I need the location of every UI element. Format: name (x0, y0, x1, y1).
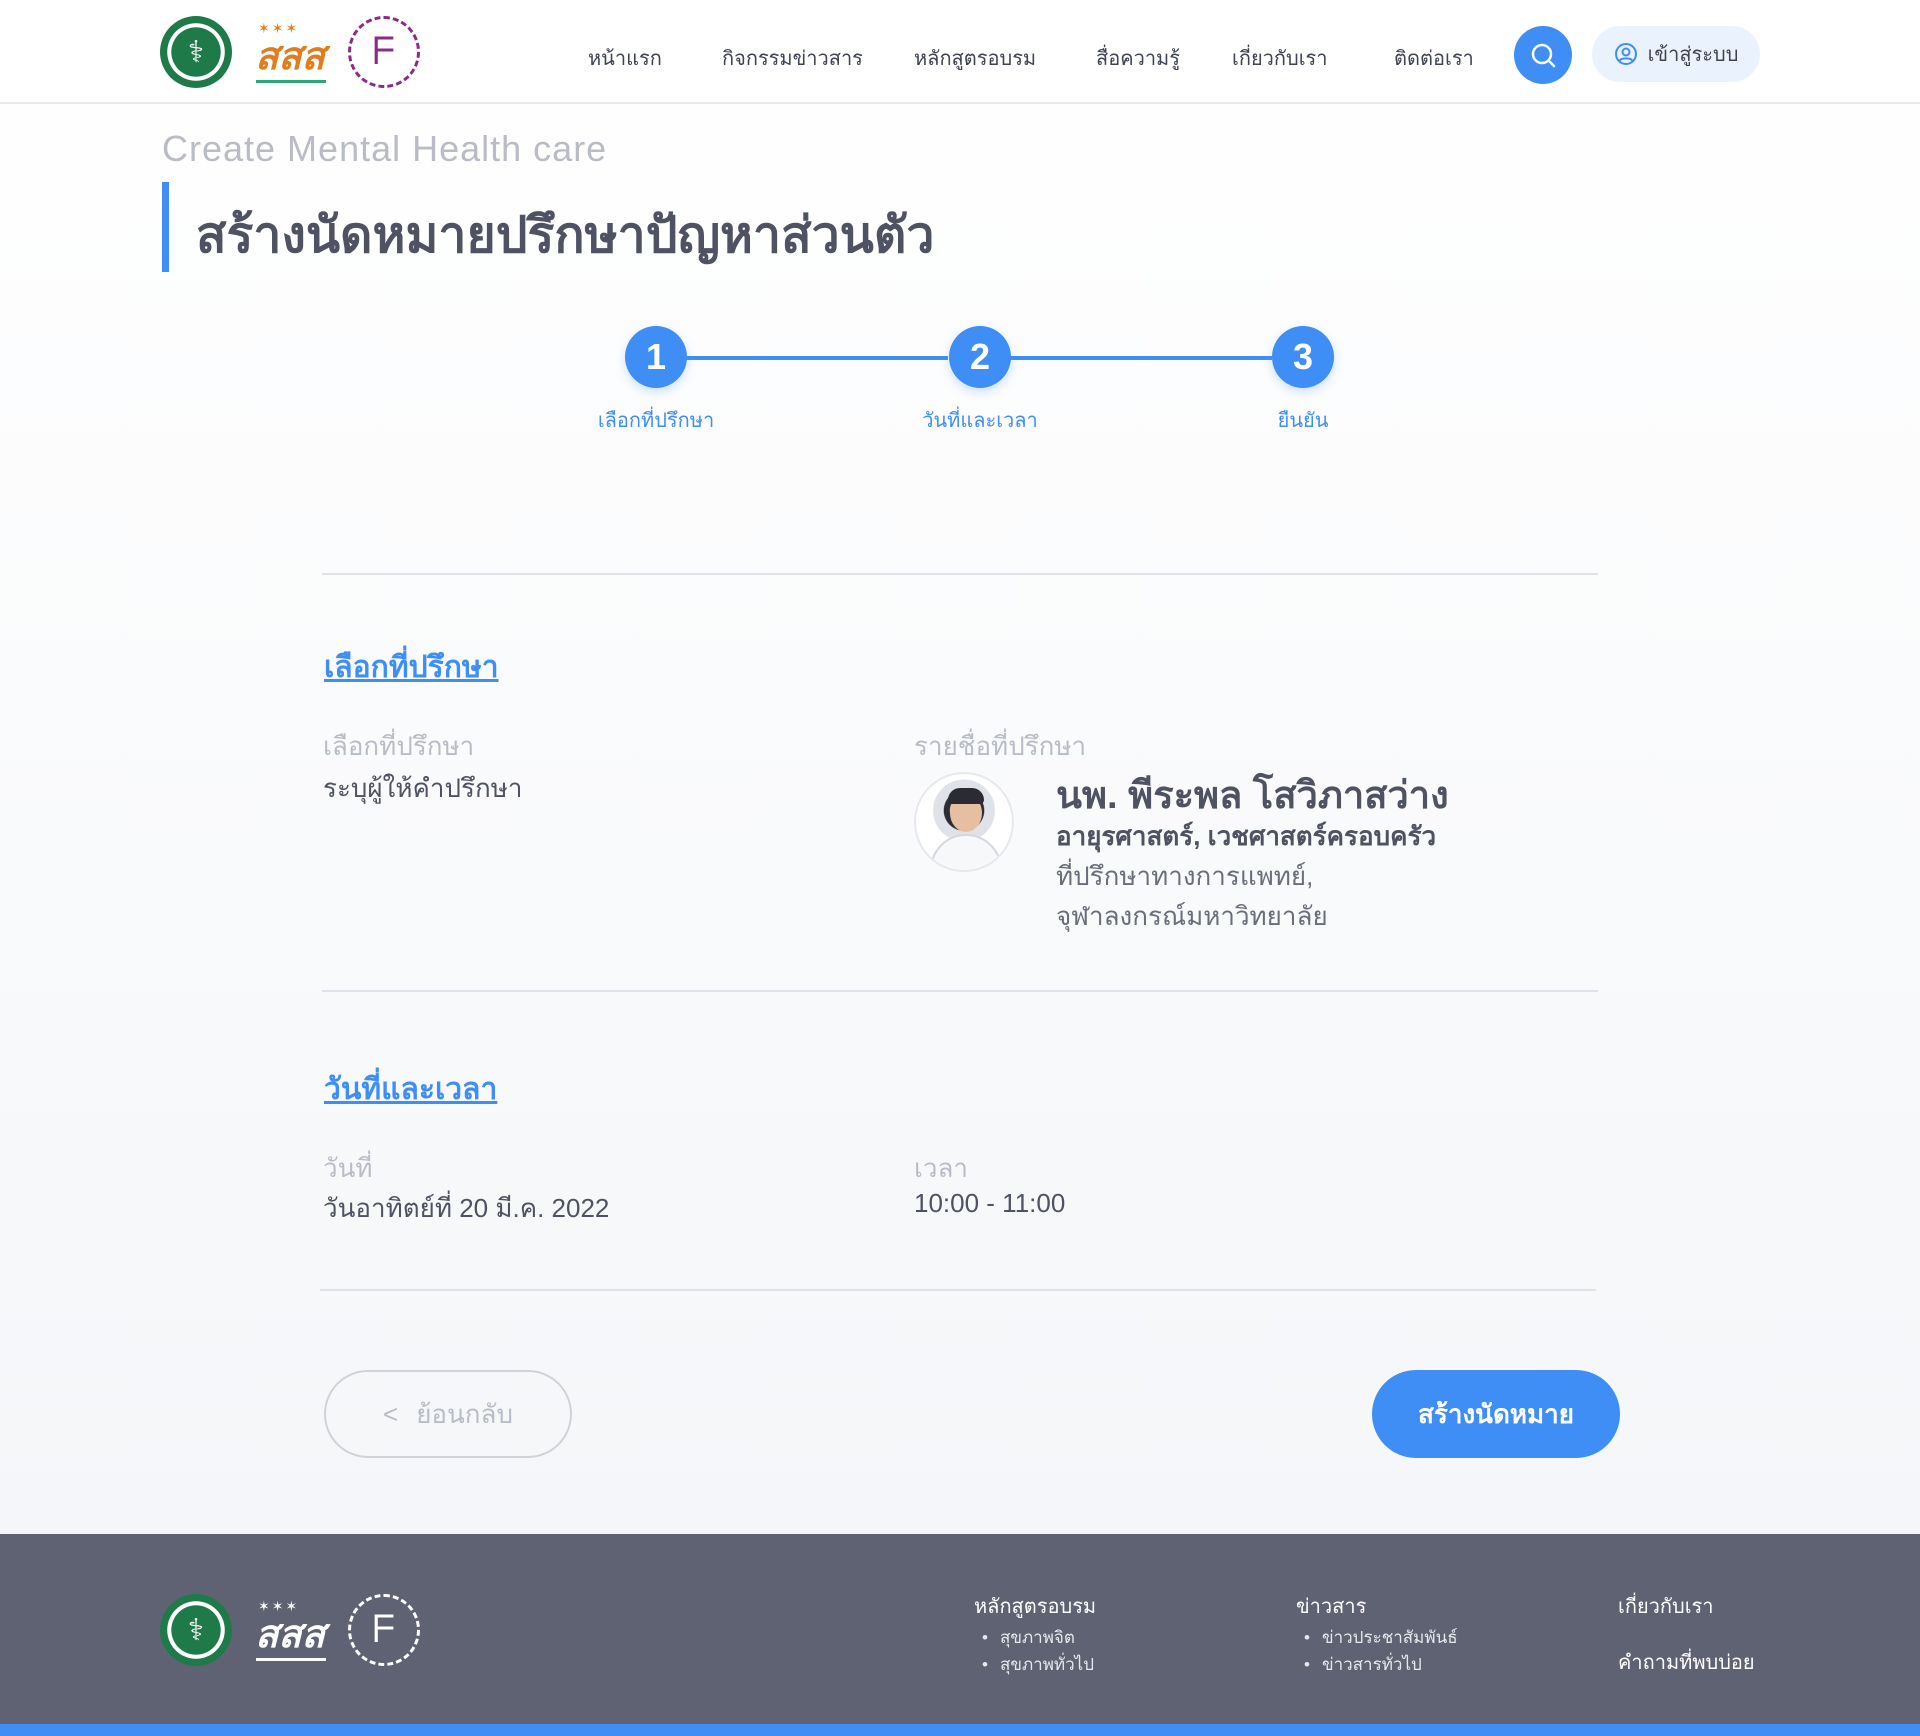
doctor-specialty: อายุรศาสตร์, เวชศาสตร์ครอบครัว (1056, 821, 1437, 851)
footer: ⚕ ✶✶✶ สสส ᖴ หลักสูตรอบรม สุขภาพจิต สุขภา… (0, 1534, 1920, 1726)
footer-thaihealth-mark: สสส (255, 1614, 325, 1656)
user-circle-icon (1614, 43, 1637, 65)
ministry-of-public-health-logo[interactable]: ⚕ (160, 16, 232, 88)
footer-face-foundation-logo[interactable]: ᖴ (348, 1594, 420, 1666)
footer-stars-icon: ✶✶✶ (258, 1598, 300, 1614)
step-1-circle[interactable]: 1 (625, 326, 687, 388)
time-label: เวลา (914, 1153, 969, 1183)
page-eyebrow: Create Mental Health care (162, 128, 608, 169)
chevron-left-icon: < (383, 1398, 399, 1429)
footer-accent-bar (0, 1724, 1920, 1736)
thaihealth-mark: สสส (255, 36, 325, 78)
time-value: 10:00 - 11:00 (914, 1188, 1066, 1218)
consultant-section-title[interactable]: เลือกที่ปรึกษา (324, 644, 499, 691)
choose-consultant-value: ระบุผู้ให้คำปรึกษา (323, 773, 523, 803)
nav-about-us[interactable]: เกี่ยวกับเรา (1232, 42, 1328, 74)
login-label: เข้าสู่ระบบ (1647, 44, 1739, 66)
footer-logos: ⚕ ✶✶✶ สสส ᖴ (160, 1594, 420, 1666)
datetime-section-title[interactable]: วันที่และเวลา (324, 1066, 497, 1113)
step-1-label: เลือกที่ปรึกษา (597, 410, 715, 432)
footer-about-title[interactable]: เกี่ยวกับเรา (1618, 1590, 1714, 1622)
login-button[interactable]: เข้าสู่ระบบ (1592, 26, 1760, 82)
footer-ministry-logo[interactable]: ⚕ (160, 1594, 232, 1666)
create-appointment-button[interactable]: สร้างนัดหมาย (1372, 1370, 1620, 1458)
choose-consultant-label: เลือกที่ปรึกษา (323, 731, 475, 761)
back-button[interactable]: < ย้อนกลับ (324, 1370, 572, 1458)
footer-link-general-health[interactable]: สุขภาพทั่วไป (982, 1651, 1094, 1678)
avatar-coat (930, 834, 1002, 870)
search-button[interactable] (1514, 26, 1572, 84)
step-3-label: ยืนยัน (1277, 410, 1329, 432)
nav-knowledge-media[interactable]: สื่อความรู้ (1096, 42, 1180, 74)
footer-faq-title[interactable]: คำถามที่พบบ่อย (1618, 1646, 1755, 1678)
nav-news-activities[interactable]: กิจกรรมข่าวสาร (722, 42, 863, 74)
section-divider-bottom (320, 1289, 1596, 1291)
top-header: ⚕ ✶✶✶ สสส ᖴ หน้าแรก กิจกรรมข่าวสาร หลักส… (0, 0, 1920, 104)
partner-logos: ⚕ ✶✶✶ สสส ᖴ (160, 16, 420, 88)
doctor-avatar (914, 772, 1014, 872)
footer-news-title[interactable]: ข่าวสาร (1296, 1590, 1366, 1622)
thaihealth-logo[interactable]: ✶✶✶ สสส (254, 16, 326, 88)
avatar-hair (948, 788, 984, 804)
stepper-connector-2 (1010, 356, 1272, 360)
title-accent-bar (162, 182, 169, 272)
step-3-circle[interactable]: 3 (1272, 326, 1334, 388)
doctor-organization: จุฬาลงกรณ์มหาวิทยาลัย (1056, 901, 1328, 931)
step-2-label: วันที่และเวลา (922, 410, 1038, 432)
stars-icon: ✶✶✶ (258, 20, 300, 36)
section-divider-top (322, 573, 1598, 575)
footer-courses-title[interactable]: หลักสูตรอบรม (974, 1590, 1096, 1622)
date-label: วันที่ (323, 1153, 373, 1183)
search-icon (1531, 43, 1556, 68)
date-value: วันอาทิตย์ที่ 20 มี.ค. 2022 (323, 1193, 610, 1223)
footer-logo-underline (256, 1658, 326, 1666)
consultant-list-label: รายชื่อที่ปรึกษา (914, 731, 1087, 761)
footer-link-press-release[interactable]: ข่าวประชาสัมพันธ์ (1304, 1624, 1458, 1651)
logo-underline (256, 80, 326, 88)
footer-thaihealth-logo[interactable]: ✶✶✶ สสส (254, 1594, 326, 1666)
face-foundation-logo[interactable]: ᖴ (348, 16, 420, 88)
nav-contact-us[interactable]: ติดต่อเรา (1394, 42, 1474, 74)
nav-courses[interactable]: หลักสูตรอบรม (914, 42, 1036, 74)
stepper-connector-1 (686, 356, 948, 360)
back-button-label: ย้อนกลับ (416, 1398, 513, 1429)
nav-home[interactable]: หน้าแรก (588, 42, 662, 74)
section-divider-middle (322, 990, 1598, 992)
footer-link-mental-health[interactable]: สุขภาพจิต (982, 1624, 1075, 1651)
footer-link-general-news[interactable]: ข่าวสารทั่วไป (1304, 1651, 1422, 1678)
step-2-circle[interactable]: 2 (949, 326, 1011, 388)
doctor-role: ที่ปรึกษาทางการแพทย์, (1056, 861, 1314, 891)
page-title: สร้างนัดหมายปรึกษาปัญหาส่วนตัว (196, 207, 935, 263)
